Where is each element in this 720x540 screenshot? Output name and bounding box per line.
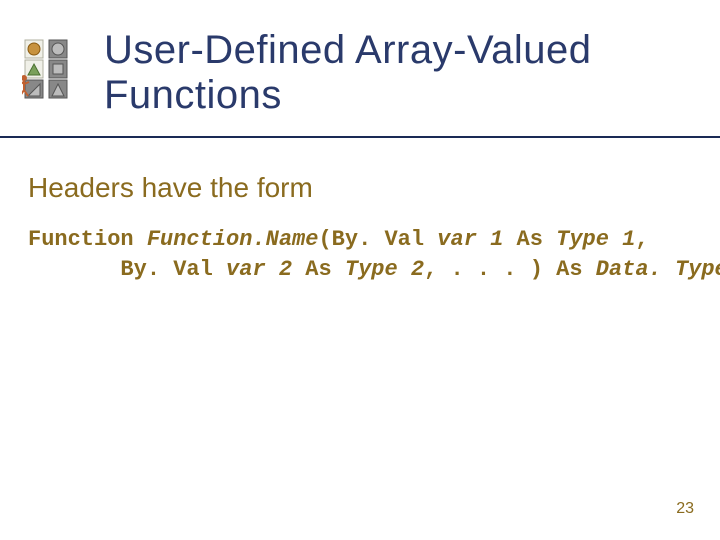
slide: User-Defined Array-Valued Functions Head… bbox=[0, 0, 720, 540]
indent bbox=[28, 257, 120, 282]
open-paren: ( bbox=[318, 227, 331, 252]
comma-1: , bbox=[635, 227, 648, 252]
var-2: var 2 bbox=[226, 257, 292, 282]
as-2: As bbox=[292, 257, 345, 282]
data-type: Data. Type bbox=[596, 257, 720, 282]
as-1: As bbox=[503, 227, 556, 252]
ellipsis: , . . . ) As bbox=[424, 257, 596, 282]
title-line-1: User-Defined Array-Valued bbox=[104, 28, 592, 72]
title-line-2: Functions bbox=[104, 73, 282, 117]
page-number: 23 bbox=[676, 500, 694, 518]
byval-2: By. Val bbox=[120, 257, 226, 282]
type-2: Type 2 bbox=[345, 257, 424, 282]
slide-logo bbox=[0, 28, 78, 100]
byval-1: By. Val bbox=[332, 227, 438, 252]
intro-text: Headers have the form bbox=[28, 172, 313, 204]
var-1: var 1 bbox=[437, 227, 503, 252]
slide-title: User-Defined Array-Valued Functions bbox=[78, 28, 592, 118]
function-name: Function.Name bbox=[147, 227, 319, 252]
blocks-icon bbox=[22, 38, 72, 100]
title-divider bbox=[0, 136, 720, 138]
type-1: Type 1 bbox=[556, 227, 635, 252]
title-row: User-Defined Array-Valued Functions bbox=[0, 28, 720, 118]
kw-function: Function bbox=[28, 227, 134, 252]
code-block: Function Function.Name(By. Val var 1 As … bbox=[28, 225, 720, 284]
